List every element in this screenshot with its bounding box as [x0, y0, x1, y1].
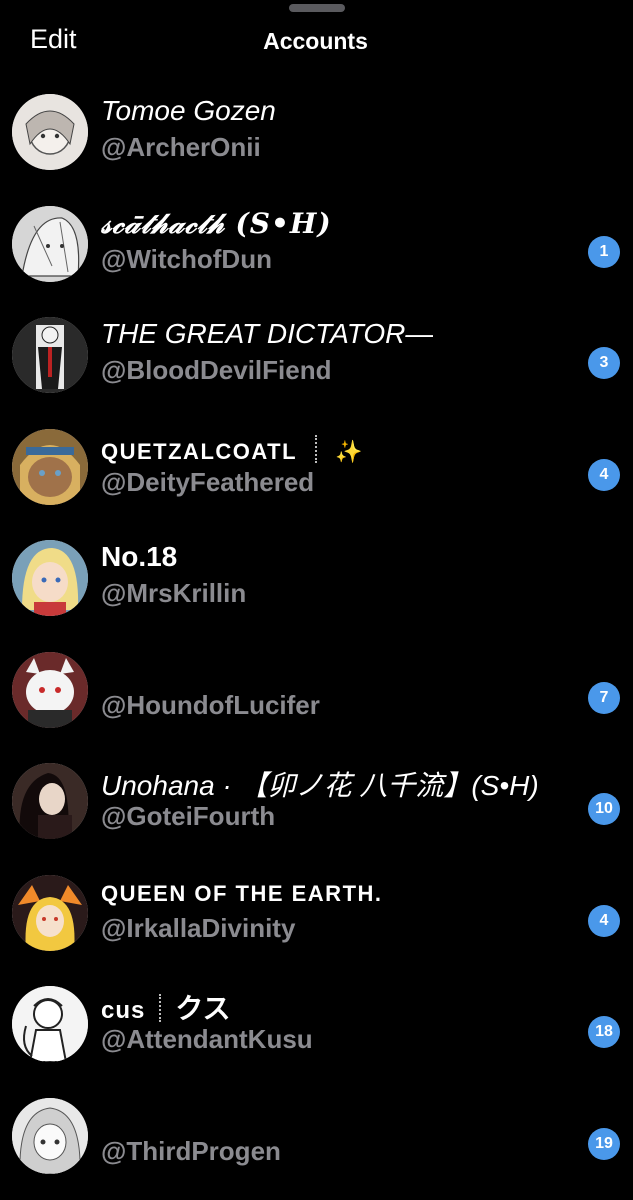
notification-badge: 7 — [588, 681, 620, 714]
avatar — [12, 986, 88, 1062]
account-row[interactable]: cus クス @AttendantKusu 18 — [0, 967, 633, 1079]
header: Edit Accounts — [0, 0, 633, 86]
account-display-name: cus クス — [101, 987, 231, 1027]
sparkles-emoji: ✨ — [335, 438, 364, 464]
display-name-katakana: クス — [175, 993, 231, 1024]
account-row[interactable]: Tomoe Gozen @ArcherOnii — [0, 75, 633, 187]
account-row[interactable]: @ThirdProgen 19 — [0, 1079, 633, 1191]
account-handle: @DeityFeathered — [101, 466, 315, 497]
notification-badge: 18 — [588, 1016, 620, 1048]
dotted-separator — [159, 994, 162, 1022]
avatar — [12, 651, 88, 728]
account-handle: @ArcherOnii — [101, 132, 261, 162]
notification-badge: 3 — [588, 347, 620, 379]
account-row[interactable]: THE GREAT DICTATOR— @BloodDevilFiend 3 — [0, 298, 633, 410]
account-display-name: THE GREAT DICTATOR— — [101, 318, 434, 349]
account-row[interactable]: Unohana · 【卯ノ花 八千流】(S•H) @GoteiFourth 10 — [0, 744, 633, 856]
display-name-text: cus — [101, 997, 146, 1024]
avatar — [12, 763, 88, 839]
dotted-separator — [315, 434, 318, 463]
accounts-sheet: Edit Accounts Tomoe Gozen @ArcherOnii 𝓈𝒸… — [0, 0, 633, 1200]
account-row[interactable]: QUEEN OF THE EARTH. @IrkallaDivinity 4 — [0, 856, 633, 968]
avatar — [12, 94, 88, 170]
account-row[interactable]: QUETZALCOATL ✨ @DeityFeathered 4 — [0, 410, 633, 522]
notification-badge: 10 — [588, 793, 620, 825]
account-handle: @HoundofLucifer — [101, 689, 320, 720]
account-handle: @WitchofDun — [101, 243, 272, 274]
account-display-name: QUETZALCOATL ✨ — [101, 434, 364, 465]
account-display-name: Tomoe Gozen — [101, 95, 276, 126]
display-name-text: QUETZALCOATL — [101, 438, 298, 464]
page-title: Accounts — [0, 28, 633, 55]
account-row[interactable]: 𝓈𝒸𝒶̄𝓉𝒽𝒶𝒸𝓉𝒽 (S•H) @WitchofDun 1 — [0, 187, 633, 299]
account-handle: @BloodDevilFiend — [101, 355, 332, 385]
avatar — [12, 1097, 88, 1174]
notification-badge: 1 — [588, 235, 620, 268]
account-display-name: 𝓈𝒸𝒶̄𝓉𝒽𝒶𝒸𝓉𝒽 (S•H) — [101, 206, 332, 240]
account-display-name: No.18 — [101, 541, 178, 572]
page-title-text: Accounts — [263, 28, 368, 54]
avatar — [12, 874, 88, 951]
account-display-name: Unohana · 【卯ノ花 八千流】(S•H) — [101, 770, 539, 801]
account-handle: @ThirdProgen — [101, 1135, 281, 1166]
avatar — [12, 205, 88, 282]
account-display-name: QUEEN OF THE EARTH. — [101, 880, 383, 906]
notification-badge: 19 — [588, 1127, 620, 1160]
notification-badge: 4 — [588, 904, 620, 937]
notification-badge: 4 — [588, 458, 620, 491]
account-row[interactable]: @HoundofLucifer 7 — [0, 633, 633, 745]
account-handle: @MrsKrillin — [101, 578, 247, 608]
account-handle: @GoteiFourth — [101, 801, 276, 831]
avatar — [12, 540, 88, 616]
account-handle: @AttendantKusu — [101, 1024, 313, 1054]
avatar — [12, 428, 88, 505]
account-row[interactable]: No.18 @MrsKrillin — [0, 521, 633, 633]
avatar — [12, 317, 88, 393]
account-list: Tomoe Gozen @ArcherOnii 𝓈𝒸𝒶̄𝓉𝒽𝒶𝒸𝓉𝒽 (S•H)… — [0, 75, 633, 1190]
account-handle: @IrkallaDivinity — [101, 912, 296, 943]
